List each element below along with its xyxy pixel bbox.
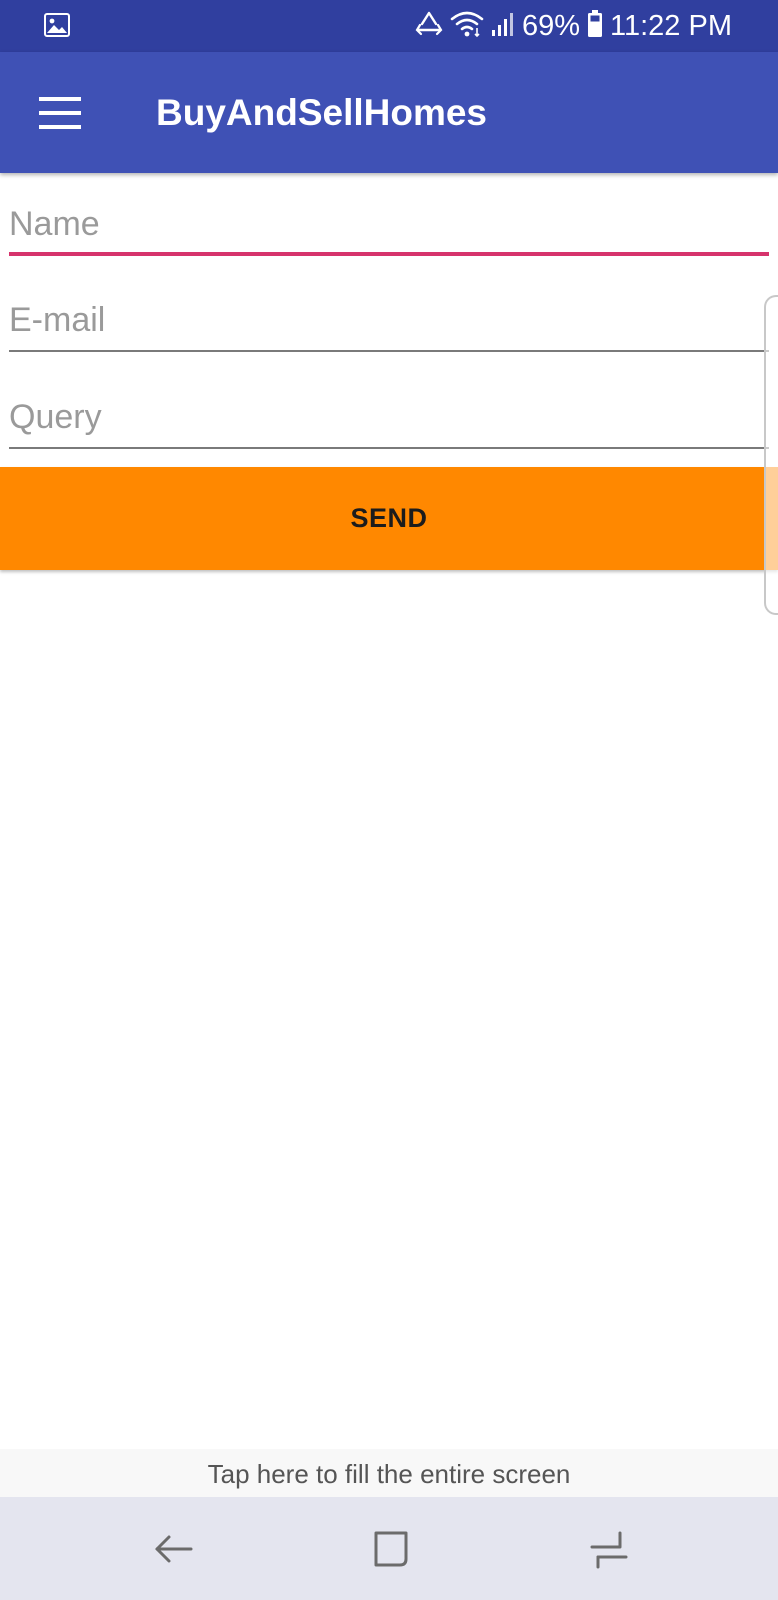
status-time: 11:22 PM	[610, 10, 732, 42]
app-bar: BuyAndSellHomes	[0, 52, 778, 173]
status-bar: 69% 11:22 PM	[0, 0, 778, 52]
query-field[interactable]	[9, 389, 769, 449]
email-field[interactable]	[9, 292, 769, 352]
signal-icon	[490, 10, 516, 43]
recycle-sync-icon	[414, 10, 444, 43]
send-button[interactable]: SEND	[0, 467, 778, 570]
status-indicators: 69% 11:22 PM	[414, 0, 732, 52]
home-icon[interactable]	[366, 1525, 416, 1573]
name-field[interactable]	[9, 196, 769, 256]
battery-icon	[586, 9, 604, 44]
query-underline	[9, 447, 769, 449]
wifi-icon	[450, 10, 484, 43]
recents-icon[interactable]	[584, 1525, 634, 1573]
name-underline	[9, 252, 769, 256]
battery-percent: 69%	[521, 10, 581, 42]
gallery-icon	[44, 13, 70, 37]
fill-screen-hint[interactable]: Tap here to fill the entire screen	[0, 1449, 778, 1497]
screen: 69% 11:22 PM BuyAndSellHomes Name E-mail…	[0, 0, 778, 1600]
navigation-bar	[0, 1497, 778, 1600]
hamburger-menu-icon[interactable]	[28, 86, 92, 140]
name-input[interactable]	[9, 196, 769, 252]
query-input[interactable]	[9, 389, 769, 445]
email-underline	[9, 350, 769, 352]
back-icon[interactable]	[149, 1525, 199, 1573]
edge-panel-handle[interactable]	[764, 295, 778, 615]
email-input[interactable]	[9, 292, 769, 348]
app-title: BuyAndSellHomes	[156, 92, 488, 133]
